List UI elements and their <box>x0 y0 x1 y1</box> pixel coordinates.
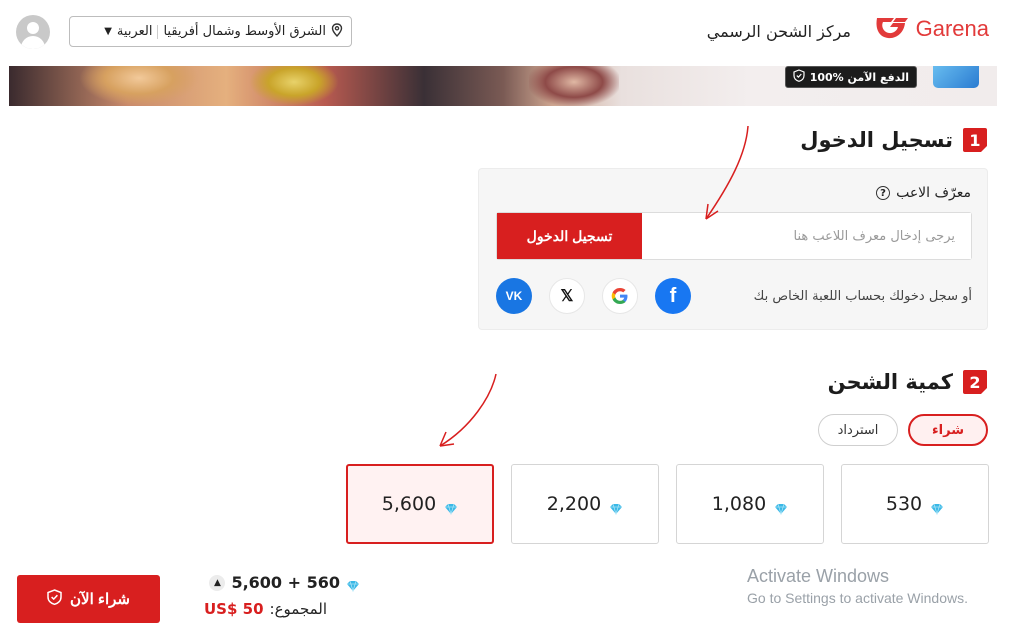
facebook-icon[interactable]: f <box>655 278 691 314</box>
google-icon[interactable] <box>602 278 638 314</box>
secure-badge-text: 100% الدفع الآمن <box>809 70 909 84</box>
brand-name: Garena <box>915 16 989 41</box>
hero-banner: 100% الدفع الآمن <box>9 66 997 106</box>
annotation-arrow-icon <box>705 125 749 220</box>
package-amount: 1,080 <box>711 493 767 515</box>
top-header: الشرق الأوسط وشمال أفريقيا العربية ▼ مرك… <box>0 0 1009 66</box>
vk-icon[interactable]: VK <box>496 278 532 314</box>
garena-logo-icon <box>874 14 910 44</box>
social-icons: VK 𝕏 f <box>496 278 691 314</box>
selected-amount-row: ▲ 5,600 + 560 <box>204 573 360 592</box>
total-price: US$ 50 <box>204 600 264 618</box>
watermark-subtitle: Go to Settings to activate Windows. <box>747 590 968 606</box>
player-id-input[interactable] <box>642 213 971 259</box>
help-icon[interactable]: ? <box>876 186 891 200</box>
activate-windows-watermark: Activate Windows Go to Settings to activ… <box>747 566 968 606</box>
package-1080[interactable]: 1,080 <box>676 464 824 544</box>
topup-page: الشرق الأوسط وشمال أفريقيا العربية ▼ مرك… <box>0 0 1009 634</box>
package-amount: 5,600 <box>381 493 437 515</box>
divider <box>157 24 159 39</box>
login-section-heading: تسجيل الدخول 1 <box>800 128 987 152</box>
selected-amount: 5,600 + 560 <box>231 573 340 592</box>
login-button[interactable]: تسجيل الدخول <box>497 213 642 259</box>
package-530[interactable]: 530 <box>841 464 989 544</box>
social-login-text: أو سجل دخولك بحساب اللعبة الخاص بك <box>753 288 972 304</box>
garena-logo[interactable]: Garena <box>874 14 989 44</box>
diamond-icon <box>444 498 458 516</box>
annotation-arrow-icon <box>439 373 497 447</box>
package-2200[interactable]: 2,200 <box>511 464 659 544</box>
diamond-icon <box>609 498 623 516</box>
language-label: العربية <box>116 24 153 39</box>
diamond-icon <box>930 498 944 516</box>
player-id-label: معرّف الاعب <box>896 185 971 201</box>
region-label: الشرق الأوسط وشمال أفريقيا <box>163 24 326 39</box>
package-5600[interactable]: 5,600 <box>346 464 494 544</box>
step-number-badge: 1 <box>963 128 987 152</box>
package-amount: 530 <box>885 493 923 515</box>
user-avatar-icon[interactable] <box>16 15 50 49</box>
social-login-row: VK 𝕏 f أو سجل دخولك بحساب اللعبة الخاص ب… <box>496 278 972 314</box>
tab-buy[interactable]: شراء <box>908 414 988 446</box>
login-section-title: تسجيل الدخول <box>800 128 953 152</box>
package-amount: 2,200 <box>546 493 602 515</box>
x-icon[interactable]: 𝕏 <box>549 278 585 314</box>
total-label: المجموع: <box>269 600 328 618</box>
caret-down-icon: ▼ <box>104 26 112 37</box>
game-icon <box>933 66 979 88</box>
total-row: المجموع: US$ 50 <box>204 600 360 618</box>
shield-check-icon <box>47 589 62 609</box>
diamond-icon <box>774 498 788 516</box>
region-language-selector[interactable]: الشرق الأوسط وشمال أفريقيا العربية ▼ <box>69 16 352 47</box>
page-title: مركز الشحن الرسمي <box>706 22 851 41</box>
tab-refund[interactable]: استرداد <box>818 414 898 446</box>
purchase-type-tabs: استرداد شراء <box>818 414 988 446</box>
secure-payment-badge: 100% الدفع الآمن <box>784 66 917 88</box>
buy-now-button[interactable]: شراء الآن <box>17 575 160 623</box>
player-id-label-row: ? معرّف الاعب <box>876 185 971 201</box>
shield-check-icon <box>793 69 805 85</box>
location-pin-icon <box>331 22 343 41</box>
order-summary: ▲ 5,600 + 560 المجموع: US$ 50 <box>204 573 360 618</box>
topup-section-heading: كمية الشحن 2 <box>828 370 987 394</box>
diamond-icon <box>346 577 360 592</box>
watermark-title: Activate Windows <box>747 566 890 586</box>
buy-now-label: شراء الآن <box>70 591 130 608</box>
topup-section-title: كمية الشحن <box>827 370 953 394</box>
chevron-up-icon[interactable]: ▲ <box>209 574 226 591</box>
step-number-badge: 2 <box>963 370 987 394</box>
